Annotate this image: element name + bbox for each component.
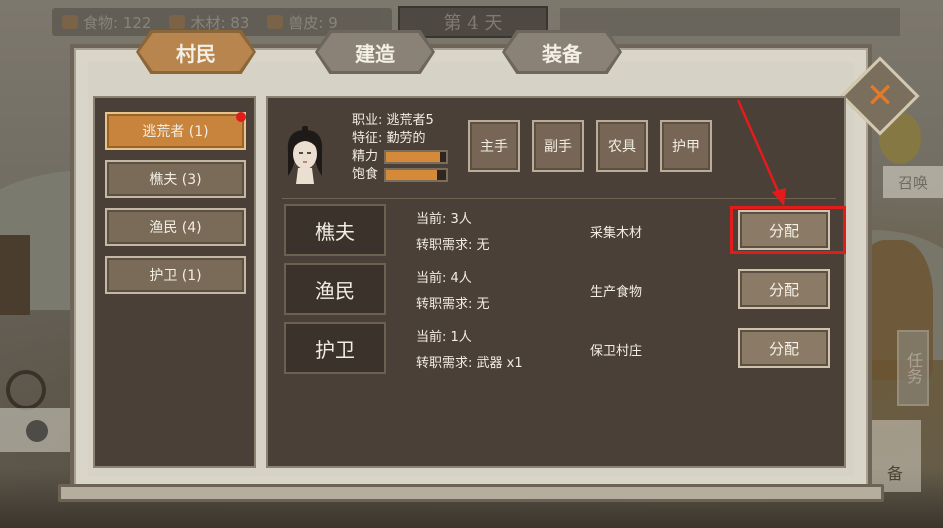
villager-portrait: [287, 126, 323, 184]
hide-icon: [267, 15, 284, 29]
villager-job: 职业: 逃荒者5: [352, 113, 434, 128]
assign-fisher-button[interactable]: 分配: [738, 269, 830, 309]
hunger-label: 饱食: [352, 167, 379, 182]
resource-wood: 木材: 83: [169, 12, 249, 33]
side-equip-button[interactable]: 备: [869, 420, 921, 492]
job-current-count: 当前: 3人: [416, 212, 472, 227]
hunger-row: 饱食: [352, 166, 449, 184]
energy-label: 精力: [352, 149, 379, 164]
tab-villagers-label: 村民: [176, 41, 216, 66]
close-x-icon: ✕: [865, 76, 895, 116]
list-item-refugee[interactable]: 逃荒者 (1): [105, 112, 246, 150]
tab-villagers[interactable]: 村民: [136, 30, 256, 74]
list-item-label: 逃荒者 (1): [142, 124, 209, 140]
assign-guard-button[interactable]: 分配: [738, 328, 830, 368]
job-current-count: 当前: 4人: [416, 271, 472, 286]
tab-equipment[interactable]: 装备: [502, 30, 622, 74]
resource-food-label: 食物: 122: [83, 13, 152, 32]
top-strip: [560, 8, 900, 36]
job-name: 樵夫: [284, 204, 386, 256]
list-item-label: 护卫 (1): [149, 268, 202, 284]
hunger-bar-fill: [386, 170, 438, 180]
avatar-icon: [26, 420, 48, 442]
cart-wheel-decoration: [6, 370, 46, 410]
slot-main-hand[interactable]: 主手: [468, 120, 520, 172]
job-name: 渔民: [284, 263, 386, 315]
summon-button[interactable]: 召唤: [883, 166, 943, 198]
hunger-bar: [384, 168, 449, 182]
hut-decoration: [0, 235, 30, 315]
list-item-woodcutter[interactable]: 樵夫 (3): [105, 160, 246, 198]
villager-type-list: 逃荒者 (1) 樵夫 (3) 渔民 (4) 护卫 (1): [93, 96, 256, 468]
list-item-label: 樵夫 (3): [149, 172, 202, 188]
notification-dot-icon: [236, 112, 246, 122]
tab-equipment-label: 装备: [542, 41, 582, 66]
panel-bottom-edge: [58, 484, 884, 502]
energy-row: 精力: [352, 148, 449, 166]
slot-off-hand[interactable]: 副手: [532, 120, 584, 172]
job-row-fisher: 渔民 当前: 4人 转职需求: 无 生产食物 分配: [284, 263, 840, 315]
resource-hide: 兽皮: 9: [267, 12, 338, 33]
food-icon: [62, 15, 78, 29]
slot-armor[interactable]: 护甲: [660, 120, 712, 172]
energy-bar-fill: [386, 152, 441, 162]
resource-food: 食物: 122: [62, 12, 151, 33]
job-description: 生产食物: [590, 285, 643, 300]
job-name: 护卫: [284, 322, 386, 374]
list-item-guard[interactable]: 护卫 (1): [105, 256, 246, 294]
job-description: 保卫村庄: [590, 344, 643, 359]
task-button[interactable]: 任务: [897, 330, 929, 406]
resource-hide-label: 兽皮: 9: [288, 13, 338, 32]
resource-wood-label: 木材: 83: [190, 13, 250, 32]
villager-info: 职业: 逃荒者5 特征: 勤劳的 精力 饱食: [352, 112, 449, 184]
villager-trait: 特征: 勤劳的: [352, 131, 426, 146]
highlight-box: [730, 206, 846, 254]
job-requirement: 转职需求: 无: [416, 297, 490, 312]
tab-build[interactable]: 建造: [315, 30, 435, 74]
energy-bar: [384, 150, 449, 164]
villager-detail: 职业: 逃荒者5 特征: 勤劳的 精力 饱食 主手 副手 农具 护甲 樵夫 当前…: [266, 96, 846, 468]
wood-icon: [169, 15, 186, 29]
tab-build-label: 建造: [355, 41, 395, 66]
list-item-label: 渔民 (4): [149, 220, 202, 236]
list-item-fisher[interactable]: 渔民 (4): [105, 208, 246, 246]
job-requirement: 转职需求: 武器 x1: [416, 356, 523, 371]
job-requirement: 转职需求: 无: [416, 238, 490, 253]
slot-farm-tool[interactable]: 农具: [596, 120, 648, 172]
job-current-count: 当前: 1人: [416, 330, 472, 345]
divider: [282, 198, 836, 199]
job-description: 采集木材: [590, 226, 643, 241]
job-row-guard: 护卫 当前: 1人 转职需求: 武器 x1 保卫村庄 分配: [284, 322, 840, 374]
